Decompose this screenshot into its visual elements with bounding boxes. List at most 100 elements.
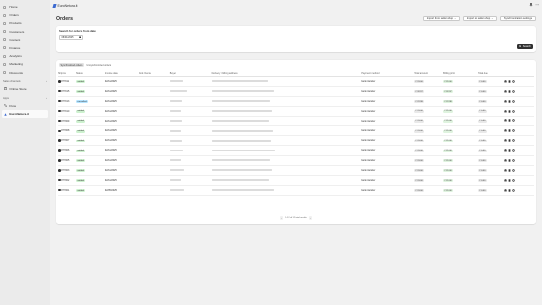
table-row[interactable]: #77011 settled 02/11/2025 bank transfer € 31… [58, 76, 534, 87]
document-icon[interactable] [508, 119, 511, 123]
table-row[interactable]: #77003 settled 02/11/2025 bank transfer € 31… [58, 165, 534, 176]
ship-cell: #77009 [58, 116, 76, 127]
invoice-date: 02/11/2025 [104, 99, 117, 103]
print-icon[interactable] [504, 169, 507, 172]
order-number[interactable]: #77011 [61, 80, 69, 83]
document-icon[interactable] [508, 169, 511, 172]
invoice-date: 02/11/2025 [104, 159, 117, 163]
settings-icon[interactable] [512, 139, 515, 142]
print-icon[interactable] [504, 149, 507, 152]
print-icon[interactable] [504, 179, 507, 182]
document-icon[interactable] [508, 99, 511, 103]
print-icon[interactable] [504, 129, 507, 132]
print-icon[interactable] [504, 188, 507, 192]
document-icon[interactable] [508, 109, 511, 113]
payment-cell: bank transfer [361, 125, 415, 137]
status-cell: settled [75, 86, 105, 97]
sidebar-item-orders[interactable]: Orders [0, 11, 50, 19]
page-title: Orders [56, 15, 74, 22]
order-number[interactable]: #77002 [61, 179, 69, 182]
sidebar-item-finance[interactable]: Finance [0, 44, 50, 52]
sidebar-item-marketing[interactable]: Marketing [0, 60, 50, 68]
table-row[interactable]: #77015 settled 02/11/2025 bank transfer € 32… [58, 86, 534, 97]
order-number[interactable]: #77007 [61, 139, 69, 142]
order-number[interactable]: #77015 [61, 90, 69, 93]
sidebar-item-home[interactable]: Home [0, 3, 50, 11]
document-icon[interactable] [508, 149, 511, 152]
print-icon[interactable] [504, 90, 507, 93]
search-icon [519, 44, 522, 49]
sidebar-item-flow[interactable]: Flow [0, 102, 50, 110]
sidebar-item-analytics[interactable]: Analytics [0, 52, 50, 60]
settings-icon[interactable] [512, 169, 515, 172]
date-cell: 02/11/2025 [104, 175, 139, 186]
payment-method: bank transfer [361, 188, 376, 192]
sidebar-item-content[interactable]: Content [0, 36, 50, 44]
order-number[interactable]: #77006 [61, 149, 69, 152]
order-number[interactable]: #77003 [61, 169, 69, 172]
table-row[interactable]: #77009 settled 02/11/2025 bank transfer € 31… [58, 116, 534, 127]
order-number[interactable]: #77010 [61, 110, 69, 113]
print-icon[interactable] [504, 109, 507, 113]
print-icon[interactable] [504, 119, 507, 122]
date-field[interactable]: 08/01/2025 [59, 35, 83, 40]
document-icon[interactable] [508, 90, 511, 93]
table-row[interactable]: #77005 settled 02/11/2025 bank transfer € 31… [58, 155, 534, 167]
order-number[interactable]: #77009 [61, 120, 69, 123]
document-icon[interactable] [508, 139, 511, 142]
billing-cell: € 31.00 [443, 106, 479, 117]
print-icon[interactable] [504, 139, 507, 142]
table-row[interactable]: #77007 settled 02/11/2025 bank transfer € 31… [58, 135, 534, 147]
table-row[interactable]: #77008 settled 02/11/2025 bank transfer € 31… [58, 125, 534, 137]
document-icon[interactable] [508, 159, 511, 162]
print-icon[interactable] [504, 99, 507, 103]
import-from-button[interactable]: Import from seller.shop ⌄ [422, 15, 461, 22]
actions-cell [504, 145, 534, 157]
document-icon[interactable] [508, 188, 511, 192]
next-page-button[interactable]: › [308, 216, 312, 220]
settings-icon[interactable] [512, 119, 515, 123]
more-icon[interactable]: ··· [536, 3, 540, 8]
order-number[interactable]: #77005 [61, 159, 69, 162]
table-row[interactable]: #77010 settled 02/11/2025 bank transfer € 31… [58, 106, 534, 117]
sidebar-item-online-store[interactable]: Online Store [0, 85, 50, 93]
sidebar-item-app[interactable]: EuroNetura.it [2, 110, 48, 119]
settings-icon[interactable] [512, 109, 515, 113]
print-icon[interactable] [504, 159, 507, 162]
table-row[interactable]: #77001 settled 02/05/2025 bank transfer € 31… [58, 185, 534, 196]
settings-icon[interactable] [512, 179, 515, 182]
table-row[interactable]: #77013 cancelled 02/11/2025 bank transfer € … [58, 96, 534, 107]
search-button[interactable]: Search [517, 44, 533, 49]
due-cell: € 0.00 [478, 106, 504, 117]
pin-icon[interactable] [529, 3, 533, 8]
sidebar-item-products[interactable]: Products [0, 19, 50, 27]
settings-icon[interactable] [512, 129, 515, 133]
total-amount: € 31.00 [414, 80, 424, 84]
document-icon[interactable] [508, 129, 511, 133]
table-row[interactable]: #77002 settled 02/11/2025 bank transfer € 31… [58, 175, 534, 186]
prev-page-button[interactable]: ‹ [280, 216, 284, 220]
document-icon[interactable] [508, 179, 511, 182]
print-icon[interactable] [504, 80, 507, 83]
sync-settings-button[interactable]: Synchronization settings [499, 15, 536, 22]
status-badge: settled [75, 80, 86, 84]
order-number[interactable]: #77008 [61, 129, 69, 132]
tab-unsynchronized[interactable]: Unsynchronized orders [85, 63, 113, 68]
settings-icon[interactable] [512, 159, 515, 162]
sidebar-item-discounts[interactable]: Discounts [0, 69, 50, 77]
due-cell: € 0.00 [478, 155, 504, 167]
tab-synchronized[interactable]: Synchronized orders [59, 62, 84, 68]
settings-icon[interactable] [512, 188, 515, 192]
settings-icon[interactable] [512, 99, 515, 103]
settings-icon[interactable] [512, 149, 515, 152]
import-to-button[interactable]: Import to seller.shop ⌄ [462, 15, 498, 22]
settings-icon[interactable] [512, 90, 515, 93]
settings-icon[interactable] [512, 80, 515, 83]
code-cell [138, 125, 170, 137]
order-number[interactable]: #77013 [61, 100, 69, 103]
sidebar-item-customers[interactable]: Customers [0, 28, 50, 36]
order-number[interactable]: #77001 [61, 189, 69, 192]
calendar-icon[interactable] [78, 36, 82, 40]
document-icon[interactable] [508, 80, 511, 83]
table-row[interactable]: #77006 settled 02/11/2025 bank transfer € 31… [58, 145, 534, 157]
